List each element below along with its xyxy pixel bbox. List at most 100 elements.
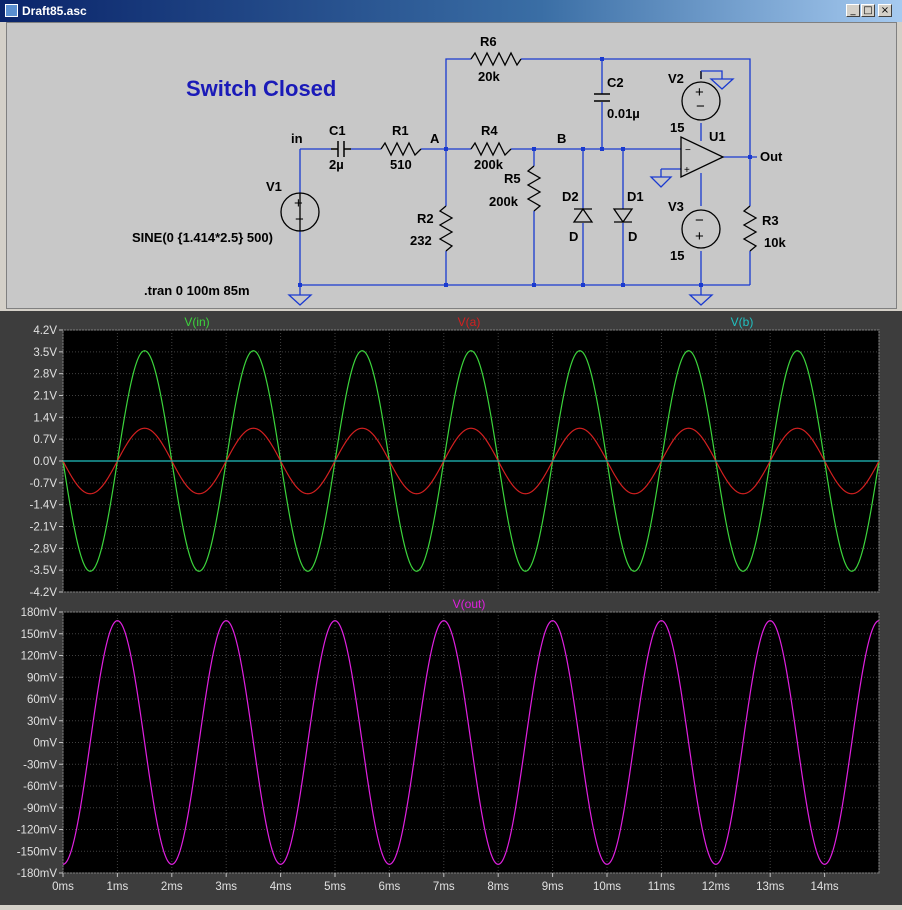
y-tick-label: 30mV	[27, 716, 57, 728]
r2-value: 232	[410, 233, 432, 248]
diodes	[572, 207, 634, 224]
y-tick-label: 3.5V	[33, 347, 57, 359]
waveform-svg: 4.2V 3.5V 2.8V 2.1V 1.4V 0.7V 0.0V -0.7V -1.4V -2…	[17, 315, 880, 893]
c1-value: 2µ	[329, 157, 344, 172]
v2-value: 15	[670, 120, 684, 135]
x-tick-label: 14ms	[811, 881, 839, 893]
grounds	[287, 70, 735, 306]
schematic-canvas[interactable]: + − + − − + − + Switch Closed in A B Out R6 …	[6, 22, 897, 309]
R3-body	[742, 205, 758, 252]
x-tick-label: 6ms	[379, 881, 401, 893]
x-tick-label: 10ms	[593, 881, 621, 893]
legend-vout[interactable]: V(out)	[453, 597, 486, 611]
legend-vin[interactable]: V(in)	[184, 315, 209, 329]
y-tick-label: -120mV	[17, 825, 58, 837]
v2-name: V2	[668, 71, 684, 86]
svg-text:−: −	[685, 145, 691, 156]
r2-name: R2	[417, 211, 434, 226]
pane1-legend: V(in) V(a) V(b)	[184, 315, 753, 329]
y-tick-label: -180mV	[17, 868, 58, 880]
minimize-button[interactable]: _	[846, 4, 860, 17]
r6-value: 20k	[478, 69, 500, 84]
close-button[interactable]: ×	[878, 4, 892, 17]
legend-vb[interactable]: V(b)	[731, 315, 754, 329]
node-out-label: Out	[760, 149, 783, 164]
r1-name: R1	[392, 123, 409, 138]
y-tick-label: -90mV	[23, 803, 57, 815]
r1-value: 510	[390, 157, 412, 172]
svg-text:+: +	[294, 195, 303, 212]
d2-name: D2	[562, 189, 579, 204]
pane2-y-ticks: 180mV 150mV 120mV 90mV 60mV 30mV 0mV -30mV -60mV…	[17, 607, 63, 880]
window-titlebar: Draft85.asc _ □ ×	[0, 0, 902, 22]
v3-value: 15	[670, 248, 684, 263]
c1-name: C1	[329, 123, 346, 138]
waveform-viewer[interactable]: 4.2V 3.5V 2.8V 2.1V 1.4V 0.7V 0.0V -0.7V -1.4V -2…	[0, 311, 902, 905]
x-tick-label: 8ms	[487, 881, 509, 893]
maximize-button[interactable]: □	[861, 4, 875, 17]
y-tick-label: 4.2V	[33, 325, 57, 337]
node-a-label: A	[430, 131, 440, 146]
wires	[299, 58, 757, 295]
x-tick-label: 5ms	[324, 881, 346, 893]
app-icon	[5, 4, 18, 17]
y-tick-label: -2.8V	[30, 543, 58, 555]
pane2-legend: V(out)	[453, 597, 486, 611]
r5-name: R5	[504, 171, 521, 186]
R1-body	[380, 141, 422, 157]
y-tick-label: -150mV	[17, 846, 58, 858]
d1-name: D1	[627, 189, 644, 204]
svg-text:−: −	[695, 212, 704, 229]
tran-directive: .tran 0 100m 85m	[144, 283, 250, 298]
x-tick-label: 0ms	[52, 881, 74, 893]
x-axis-ticks: 0ms 1ms 2ms 3ms 4ms 5ms 6ms 7ms 8ms 9ms 10ms 11ms 12…	[52, 873, 839, 893]
y-tick-label: -30mV	[23, 759, 57, 771]
opamp-pins: −+	[684, 145, 691, 176]
d2-value: D	[569, 229, 578, 244]
y-tick-label: 2.1V	[33, 391, 57, 403]
x-tick-label: 1ms	[107, 881, 129, 893]
R6-body	[470, 51, 522, 67]
c2-name: C2	[607, 75, 624, 90]
y-tick-label: -2.1V	[30, 522, 58, 534]
pane1-y-ticks: 4.2V 3.5V 2.8V 2.1V 1.4V 0.7V 0.0V -0.7V -1.4V -2…	[30, 325, 63, 599]
switch-status-heading: Switch Closed	[186, 76, 336, 101]
x-tick-label: 13ms	[756, 881, 784, 893]
r3-name: R3	[762, 213, 779, 228]
svg-text:+: +	[695, 228, 704, 245]
schematic-svg: +− +− −+ −+ Switch Closed in A B Out R6 …	[132, 34, 786, 306]
y-tick-label: -1.4V	[30, 500, 58, 512]
node-in-label: in	[291, 131, 303, 146]
u1-name: U1	[709, 129, 726, 144]
v1-name: V1	[266, 179, 282, 194]
y-tick-label: 90mV	[27, 672, 57, 684]
x-tick-label: 3ms	[215, 881, 237, 893]
legend-va[interactable]: V(a)	[458, 315, 481, 329]
r4-value: 200k	[474, 157, 504, 172]
y-tick-label: -4.2V	[30, 587, 58, 599]
y-tick-label: 60mV	[27, 694, 57, 706]
y-tick-label: 2.8V	[33, 369, 57, 381]
y-tick-label: -0.7V	[30, 478, 58, 490]
svg-text:−: −	[295, 211, 304, 228]
r4-name: R4	[481, 123, 498, 138]
x-tick-label: 4ms	[270, 881, 292, 893]
R5-body	[526, 165, 542, 212]
svg-text:+: +	[684, 165, 690, 176]
r5-value: 200k	[489, 194, 519, 209]
R4-body	[470, 141, 512, 157]
y-tick-label: -60mV	[23, 781, 57, 793]
x-tick-label: 9ms	[542, 881, 564, 893]
x-tick-label: 11ms	[648, 881, 676, 893]
x-tick-label: 7ms	[433, 881, 455, 893]
y-tick-label: 0.0V	[33, 456, 57, 468]
x-tick-label: 2ms	[161, 881, 183, 893]
window-title: Draft85.asc	[22, 4, 87, 18]
capacitors	[331, 93, 610, 157]
y-tick-label: 0.7V	[33, 434, 57, 446]
y-tick-label: 150mV	[21, 629, 58, 641]
y-tick-label: 120mV	[21, 651, 58, 663]
r3-value: 10k	[764, 235, 786, 250]
x-tick-label: 12ms	[702, 881, 730, 893]
r6-name: R6	[480, 34, 497, 49]
